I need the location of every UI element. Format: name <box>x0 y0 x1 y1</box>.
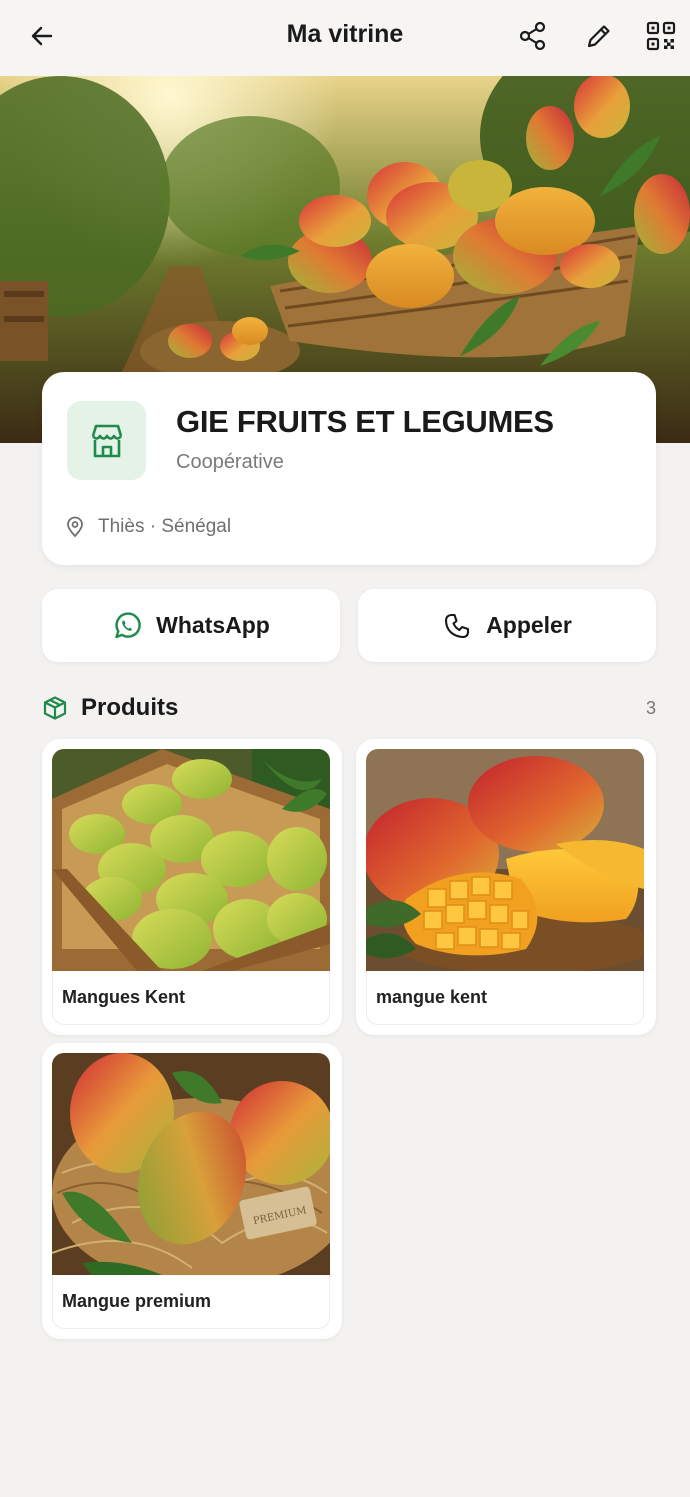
edit-button[interactable] <box>577 14 621 58</box>
whatsapp-label: WhatsApp <box>156 612 270 638</box>
product-card[interactable]: mangue kent <box>356 739 656 1035</box>
product-name: Mangue premium <box>52 1275 330 1329</box>
products-count: 3 <box>645 697 656 718</box>
profile-card: GIE FRUITS ET LEGUMES Coopérative Thiès … <box>42 372 656 565</box>
location-row: Thiès · Sénégal <box>64 516 231 538</box>
edit-pencil-icon <box>587 25 610 48</box>
product-image <box>52 749 330 971</box>
location-pin-icon <box>67 516 83 538</box>
products-title: Produits <box>81 694 179 721</box>
package-icon <box>43 696 67 720</box>
call-label: Appeler <box>486 612 572 638</box>
location-text: Thiès · Sénégal <box>98 516 232 537</box>
store-avatar <box>67 401 146 480</box>
top-app-bar: Ma vitrine <box>0 0 690 76</box>
whatsapp-button[interactable]: WhatsApp <box>42 589 340 662</box>
product-image <box>366 749 644 971</box>
store-icon <box>91 424 122 457</box>
qr-code-button[interactable] <box>639 14 683 58</box>
business-name: GIE FRUITS ET LEGUMES <box>176 404 554 439</box>
product-card[interactable]: PREMIUM Mangue premium <box>42 1043 342 1339</box>
product-name: Mangues Kent <box>52 971 330 1025</box>
whatsapp-icon <box>115 611 141 638</box>
products-section-header: Produits 3 <box>42 690 656 726</box>
business-type: Coopérative <box>176 451 284 473</box>
product-image: PREMIUM <box>52 1053 330 1275</box>
share-button[interactable] <box>511 14 555 58</box>
product-name: mangue kent <box>366 971 644 1025</box>
share-icon <box>519 21 546 51</box>
product-card[interactable]: Mangues Kent <box>42 739 342 1035</box>
call-button[interactable]: Appeler <box>358 589 656 662</box>
qr-code-icon <box>646 21 676 51</box>
phone-icon <box>445 613 470 638</box>
